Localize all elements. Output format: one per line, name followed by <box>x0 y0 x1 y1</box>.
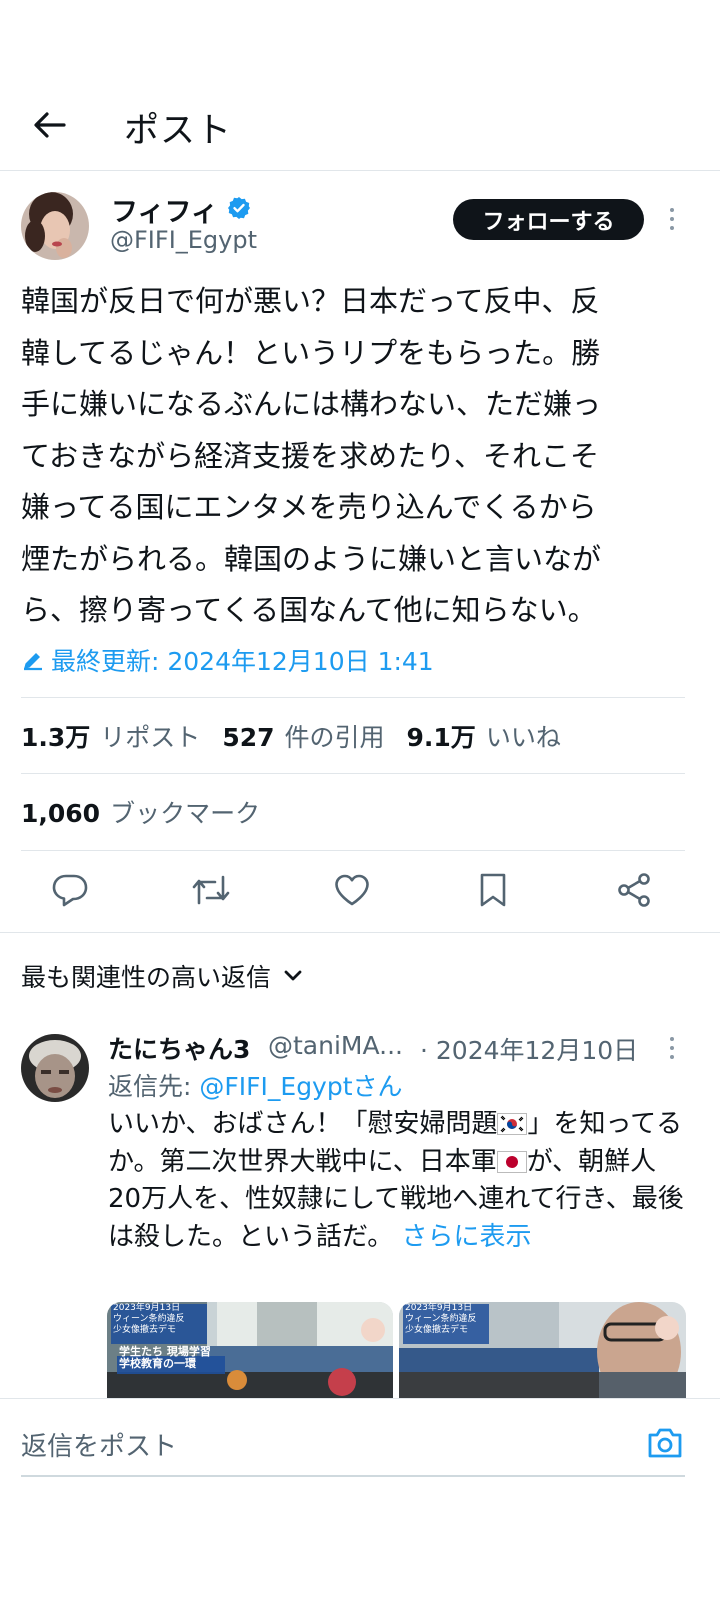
replies-sort-label: 最も関連性の高い返信 <box>21 963 272 992</box>
share-icon <box>618 873 650 907</box>
follow-button[interactable]: フォローする <box>453 199 644 240</box>
header-divider <box>0 170 720 171</box>
divider <box>21 697 685 698</box>
divider <box>21 773 685 774</box>
reply-more-options-icon[interactable] <box>660 1033 684 1063</box>
quotes-label: 件の引用 <box>284 723 385 752</box>
reply-author-handle[interactable]: @taniMA... <box>268 1031 403 1060</box>
back-button[interactable] <box>28 104 70 146</box>
composer-underline <box>21 1475 685 1477</box>
reply-to-prefix: 返信先: <box>108 1072 192 1101</box>
edited-link[interactable]: 最終更新: 2024年12月10日 1:41 <box>21 642 434 678</box>
reply-author-name[interactable]: たにちゃん3 <box>108 1030 250 1066</box>
reply-to: 返信先: @FIFI_Egyptさん <box>108 1067 403 1103</box>
author-name[interactable]: フィフィ <box>111 190 218 229</box>
retweet-icon <box>192 875 230 905</box>
repost-button[interactable] <box>189 868 233 912</box>
arrow-left-icon <box>34 112 66 138</box>
bookmarks-label: ブックマーク <box>110 799 261 828</box>
replies-sort-dropdown[interactable]: 最も関連性の高い返信 <box>21 958 303 994</box>
show-more-link[interactable]: さらに表示 <box>402 1222 532 1252</box>
reposts-label: リポスト <box>100 723 201 752</box>
bookmarks-count: 1,060 <box>21 799 101 828</box>
page-title: ポスト <box>124 111 233 151</box>
likes-count: 9.1万 <box>406 723 476 752</box>
tweet-text: 韓国が反日で何が悪い？日本だって反中、反 韓してるじゃん！というリプをもらった。… <box>21 284 602 627</box>
reply-text: いいか、おばさん！「慰安婦問題 」を知ってるか。第二次世界大戦中に、日本軍 が、朝鮮… <box>108 1106 686 1256</box>
verified-badge-icon <box>227 196 251 220</box>
author-avatar[interactable] <box>21 192 89 260</box>
likes-stat[interactable]: 9.1万 いいね <box>407 718 561 754</box>
reposts-stat[interactable]: 1.3万 リポスト <box>21 718 200 754</box>
bookmark-button[interactable] <box>471 868 515 912</box>
chevron-down-icon <box>284 970 302 981</box>
camera-icon <box>648 1428 682 1458</box>
share-button[interactable] <box>612 868 656 912</box>
reply-button[interactable] <box>48 868 92 912</box>
reply-text-part1: いいか、おばさん！「慰安婦問題 <box>108 1109 498 1139</box>
quotes-stat[interactable]: 527 件の引用 <box>222 718 384 754</box>
reply-date[interactable]: · 2024年12月10日 <box>420 1031 638 1067</box>
korea-flag-icon <box>497 1113 528 1135</box>
bookmark-icon <box>480 873 506 907</box>
bookmarks-stat[interactable]: 1,060 ブックマーク <box>21 794 260 830</box>
more-options-icon[interactable] <box>660 204 684 234</box>
author-handle[interactable]: @FIFI_Egypt <box>110 226 257 254</box>
reply-avatar[interactable] <box>21 1034 89 1102</box>
media-overlay-text: 学生たち 現場学習 学校教育の一環 <box>119 1345 211 1370</box>
divider <box>0 932 720 933</box>
divider <box>21 850 685 851</box>
japan-flag-icon <box>496 1150 527 1173</box>
reply-to-handle[interactable]: @FIFI_Egyptさん <box>199 1072 402 1101</box>
media-caption: 2023年9月13日 ウィーン条約違反 少女像撤去デモ <box>113 1303 185 1335</box>
likes-label: いいね <box>485 723 561 752</box>
like-button[interactable] <box>330 868 374 912</box>
reply-media-image[interactable]: 2023年9月13日 ウィーン条約違反 少女像撤去デモ 学生たち 現場学習 学校… <box>107 1302 393 1400</box>
reply-icon <box>52 874 88 907</box>
media-caption: 2023年9月13日 ウィーン条約違反 少女像撤去デモ <box>405 1303 477 1335</box>
divider <box>0 1398 720 1399</box>
heart-icon <box>335 874 369 906</box>
edited-label: 最終更新: 2024年12月10日 1:41 <box>51 647 434 676</box>
pencil-icon <box>24 653 42 671</box>
camera-button[interactable] <box>646 1426 684 1460</box>
reposts-count: 1.3万 <box>21 723 91 752</box>
quotes-count: 527 <box>222 723 275 752</box>
reply-input[interactable]: 返信をポスト <box>21 1426 177 1463</box>
reply-media-image[interactable]: 2023年9月13日 ウィーン条約違反 少女像撤去デモ <box>399 1302 686 1400</box>
